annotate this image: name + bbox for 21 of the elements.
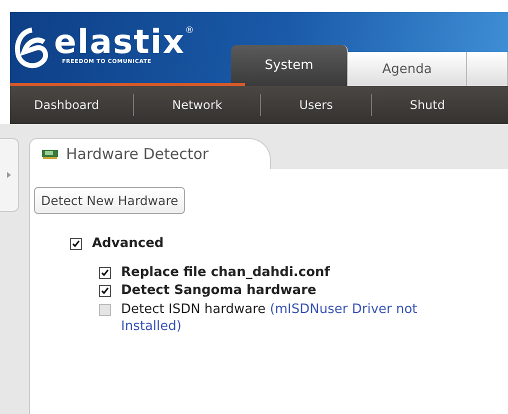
checkbox[interactable] — [99, 266, 111, 278]
logo-wordmark: elastix — [54, 26, 185, 56]
menu-item[interactable]: Dashboard — [10, 94, 134, 116]
menu-item[interactable]: Network — [133, 94, 260, 116]
module-tab[interactable]: System — [231, 45, 348, 86]
sidebar-handle[interactable] — [0, 138, 19, 212]
checkbox[interactable] — [70, 238, 82, 250]
detect-button[interactable]: Detect New Hardware — [34, 187, 186, 214]
menu-item[interactable]: Shutd — [370, 94, 483, 116]
checkbox-label: Advanced — [92, 236, 164, 251]
menu-item[interactable]: Users — [260, 94, 371, 116]
hardware-card-icon — [42, 149, 58, 159]
checkbox-label: Detect Sangoma hardware — [121, 283, 316, 298]
swirl-logo-icon — [14, 26, 50, 70]
registered-mark: ® — [184, 26, 194, 36]
checkbox[interactable] — [99, 284, 111, 296]
checkbox-label: Replace file chan_dahdi.conf — [121, 265, 330, 280]
checkbox-label: Detect ISDN hardware (mISDNuser Driver not Installed) — [121, 301, 418, 335]
chevron-icon — [7, 172, 11, 178]
panel-title: Hardware Detector — [66, 145, 209, 163]
module-tab[interactable]: Agenda — [348, 52, 467, 86]
